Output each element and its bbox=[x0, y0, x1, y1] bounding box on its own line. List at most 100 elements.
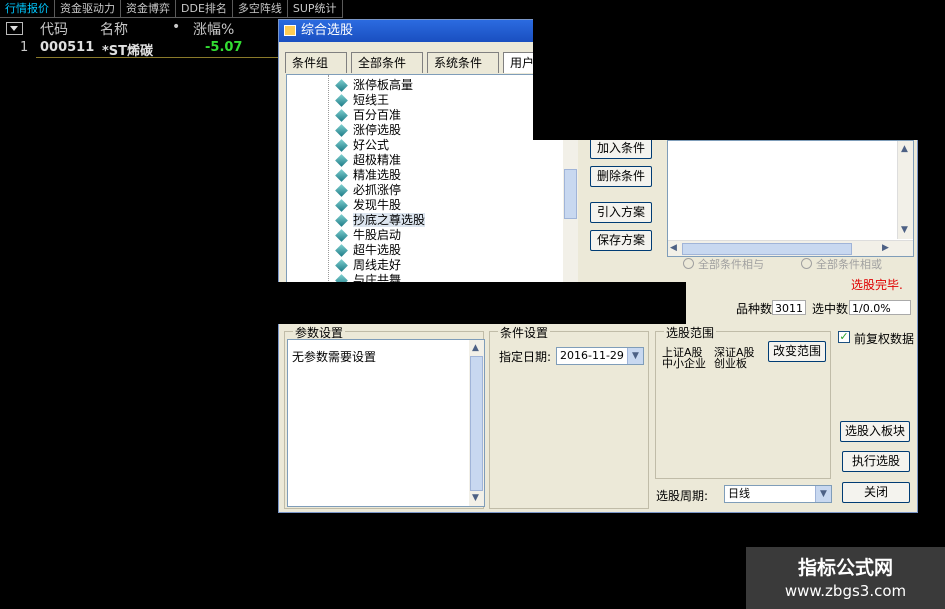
col-dot: • bbox=[172, 19, 181, 35]
stock-change: -5.07 bbox=[205, 40, 243, 55]
delete-condition-button[interactable]: 删除条件 bbox=[590, 166, 652, 187]
table-row[interactable]: 1 000511 *ST烯碳 -5.07 bbox=[0, 38, 290, 59]
tree-item[interactable]: 发现牛股 bbox=[335, 198, 401, 213]
tree-item[interactable]: 涨停选股 bbox=[335, 123, 401, 138]
tree-item[interactable]: 短线王 bbox=[335, 93, 389, 108]
row-index: 1 bbox=[20, 40, 29, 55]
tab-long-short[interactable]: 多空阵线 bbox=[232, 0, 288, 18]
chevron-down-icon[interactable]: ▼ bbox=[815, 486, 831, 502]
tree-item[interactable]: 周线走好 bbox=[335, 258, 401, 273]
scroll-down-icon[interactable]: ▼ bbox=[472, 493, 479, 503]
tree-item[interactable]: 百分百准 bbox=[335, 108, 401, 123]
chevron-down-icon[interactable]: ▼ bbox=[627, 348, 643, 364]
formula-icon bbox=[335, 94, 348, 107]
tree-scroll-thumb[interactable] bbox=[564, 169, 577, 219]
formula-icon bbox=[335, 244, 348, 257]
row-underline bbox=[36, 57, 280, 58]
scroll-left-icon[interactable]: ◀ bbox=[670, 243, 677, 253]
watermark-url: www.zbgs3.com bbox=[784, 582, 907, 600]
tree-item[interactable]: 超极精准 bbox=[335, 153, 401, 168]
params-scroll-thumb[interactable] bbox=[470, 356, 483, 491]
params-group: 参数设置 无参数需要设置 ▲ ▼ bbox=[284, 324, 485, 509]
tree-item[interactable]: 必抓涨停 bbox=[335, 183, 401, 198]
conditions-horizontal-scrollbar[interactable]: ◀ ▶ bbox=[668, 240, 913, 256]
params-scrollbar[interactable]: ▲ ▼ bbox=[469, 340, 484, 506]
formula-icon bbox=[335, 109, 348, 122]
watermark-title: 指标公式网 bbox=[797, 557, 893, 579]
tree-item[interactable]: 牛股启动 bbox=[335, 228, 401, 243]
count-value: 3011 bbox=[772, 300, 806, 315]
column-menu-icon[interactable] bbox=[6, 22, 23, 35]
occlusion-block bbox=[533, 0, 945, 140]
formula-icon bbox=[335, 154, 348, 167]
import-scheme-button[interactable]: 引入方案 bbox=[590, 202, 652, 223]
tree-item[interactable]: 超牛选股 bbox=[335, 243, 401, 258]
tab-fund-drive[interactable]: 资金驱动力 bbox=[55, 0, 121, 18]
col-code[interactable]: 代码 bbox=[40, 19, 68, 39]
selected-label: 选中数 bbox=[812, 302, 849, 316]
formula-icon bbox=[335, 79, 348, 92]
app-icon bbox=[284, 25, 296, 36]
formula-icon bbox=[335, 169, 348, 182]
col-change[interactable]: 涨幅% bbox=[193, 19, 234, 39]
tab-sup-stats[interactable]: SUP统计 bbox=[287, 0, 343, 18]
radio-all-and[interactable]: 全部条件相与 bbox=[683, 256, 764, 272]
period-select[interactable]: 日线 ▼ bbox=[724, 485, 832, 503]
scroll-up-icon[interactable]: ▲ bbox=[472, 343, 479, 353]
market-tab-strip: 行情报价 资金驱动力 资金博弈 DDE排名 多空阵线 SUP统计 bbox=[0, 0, 343, 18]
formula-icon bbox=[335, 139, 348, 152]
radio-circle-icon bbox=[801, 258, 812, 269]
tab-fund-game[interactable]: 资金博弈 bbox=[121, 0, 176, 18]
formula-icon bbox=[335, 259, 348, 272]
date-picker[interactable]: 2016-11-29 ▼ bbox=[556, 347, 644, 365]
tree-item[interactable]: 涨停板高量 bbox=[335, 78, 413, 93]
scroll-right-icon[interactable]: ▶ bbox=[882, 243, 889, 253]
tree-guide-line bbox=[328, 75, 329, 283]
radio-circle-icon bbox=[683, 258, 694, 269]
scroll-up-icon[interactable]: ▲ bbox=[901, 144, 908, 154]
restore-checkbox[interactable]: ✓ bbox=[838, 331, 850, 343]
formula-icon bbox=[335, 199, 348, 212]
tab-system-conditions[interactable]: 系统条件 bbox=[427, 52, 499, 73]
conditions-hscroll-thumb[interactable] bbox=[682, 243, 852, 255]
to-block-button[interactable]: 选股入板块 bbox=[840, 421, 910, 442]
tab-dde-rank[interactable]: DDE排名 bbox=[176, 0, 233, 18]
date-label: 指定日期: bbox=[499, 350, 552, 364]
radio-all-or[interactable]: 全部条件相或 bbox=[801, 256, 882, 272]
params-text: 无参数需要设置 bbox=[292, 350, 377, 364]
add-condition-button[interactable]: 加入条件 bbox=[590, 138, 652, 159]
tab-all-conditions[interactable]: 全部条件 bbox=[351, 52, 423, 73]
occlusion-block bbox=[278, 282, 686, 324]
range-item: 中小企业 bbox=[662, 357, 706, 370]
condition-tree: 涨停板高量 短线王 百分百准 涨停选股 好公式 超极精准 精准选股 必抓涨停 发… bbox=[286, 74, 565, 284]
formula-icon bbox=[335, 184, 348, 197]
dialog-titlebar[interactable]: 综合选股 bbox=[279, 20, 534, 42]
formula-icon bbox=[335, 214, 348, 227]
period-value: 日线 bbox=[728, 487, 750, 500]
condition-settings-title: 条件设置 bbox=[498, 324, 551, 341]
watermark: 指标公式网 www.zbgs3.com bbox=[746, 547, 945, 609]
status-text: 选股完毕. bbox=[851, 278, 903, 292]
close-button[interactable]: 关闭 bbox=[842, 482, 910, 503]
tab-quotes[interactable]: 行情报价 bbox=[0, 0, 55, 18]
stock-code: 000511 bbox=[40, 40, 95, 55]
range-group-title: 选股范围 bbox=[664, 324, 717, 341]
tab-condition-group[interactable]: 条件组 bbox=[285, 52, 347, 73]
execute-button[interactable]: 执行选股 bbox=[842, 451, 910, 472]
selected-conditions-list[interactable]: ▲ ▼ ◀ ▶ bbox=[667, 140, 914, 257]
change-range-button[interactable]: 改变范围 bbox=[768, 341, 826, 362]
conditions-vertical-scrollbar[interactable]: ▲ ▼ bbox=[897, 141, 913, 239]
period-label: 选股周期: bbox=[656, 489, 709, 503]
selected-value: 1/0.0% bbox=[849, 300, 911, 315]
tree-item[interactable]: 好公式 bbox=[335, 138, 389, 153]
formula-icon bbox=[335, 229, 348, 242]
tree-item-selected[interactable]: 抄底之尊选股 bbox=[335, 213, 426, 228]
tree-item[interactable]: 精准选股 bbox=[335, 168, 401, 183]
scroll-down-icon[interactable]: ▼ bbox=[901, 225, 908, 235]
count-label: 品种数 bbox=[736, 302, 773, 316]
col-name[interactable]: 名称 bbox=[100, 19, 128, 39]
condition-tabs: 条件组 全部条件 系统条件 用户条件 bbox=[285, 52, 557, 74]
dialog-title: 综合选股 bbox=[301, 23, 354, 38]
date-value: 2016-11-29 bbox=[560, 349, 624, 362]
save-scheme-button[interactable]: 保存方案 bbox=[590, 230, 652, 251]
